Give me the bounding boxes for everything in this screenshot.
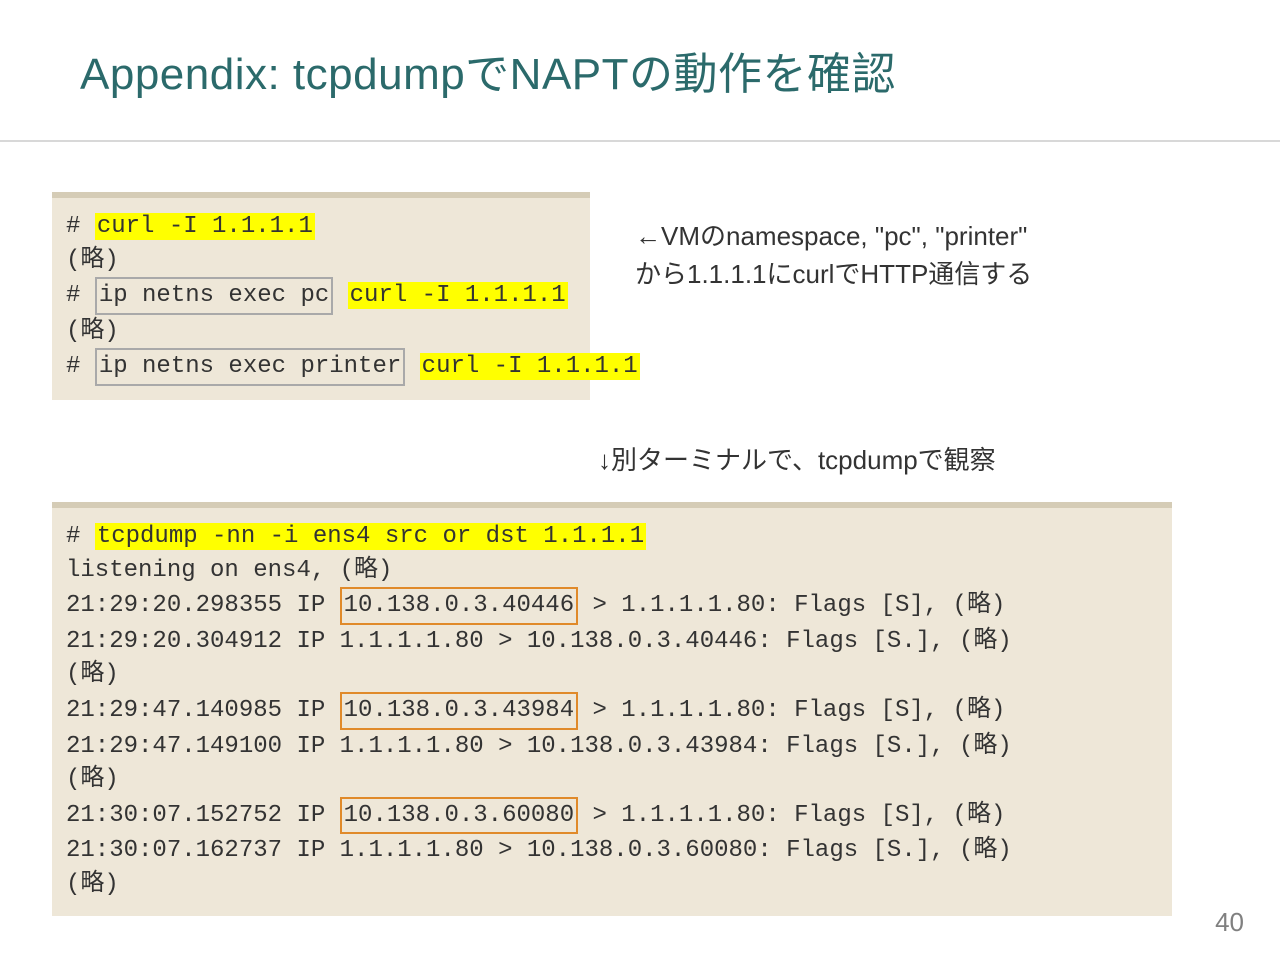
code-line: 21:30:07.162737 IP 1.1.1.1.80 > 10.138.0… xyxy=(66,834,1158,868)
code-line-omit: (略) xyxy=(66,658,1158,692)
code-block-tcpdump: # tcpdump -nn -i ens4 src or dst 1.1.1.1… xyxy=(52,502,1172,916)
code-block-curl: # curl -I 1.1.1.1 (略) # ip netns exec pc… xyxy=(52,192,590,400)
box-srcport-43984: 10.138.0.3.43984 xyxy=(340,692,578,730)
highlight-tcpdump: tcpdump -nn -i ens4 src or dst 1.1.1.1 xyxy=(95,523,646,550)
highlight-curl: curl -I 1.1.1.1 xyxy=(95,213,315,240)
box-srcport-40446: 10.138.0.3.40446 xyxy=(340,587,578,625)
highlight-curl: curl -I 1.1.1.1 xyxy=(348,282,568,309)
box-netns-printer: ip netns exec printer xyxy=(95,348,405,386)
highlight-curl: curl -I 1.1.1.1 xyxy=(420,353,640,380)
code-line: listening on ens4, (略) xyxy=(66,554,1158,588)
page-number: 40 xyxy=(1215,907,1244,938)
annotation-line: ←VMのnamespace, "pc", "printer" xyxy=(635,218,1032,256)
code-line: 21:30:07.152752 IP 10.138.0.3.60080 > 1.… xyxy=(66,797,1158,835)
prompt: # xyxy=(66,523,95,550)
code-line: # ip netns exec pc curl -I 1.1.1.1 xyxy=(66,277,576,315)
code-line: # ip netns exec printer curl -I 1.1.1.1 xyxy=(66,348,576,386)
code-line: # tcpdump -nn -i ens4 src or dst 1.1.1.1 xyxy=(66,520,1158,554)
box-srcport-60080: 10.138.0.3.60080 xyxy=(340,797,578,835)
title-divider xyxy=(0,140,1280,142)
rest: > 1.1.1.1.80: Flags [S], (略) xyxy=(578,592,1005,619)
code-line-omit: (略) xyxy=(66,244,576,278)
ts-ip: 21:29:47.140985 IP xyxy=(66,697,340,724)
code-line: # curl -I 1.1.1.1 xyxy=(66,210,576,244)
code-line-omit: (略) xyxy=(66,763,1158,797)
annotation-left-arrow: ←VMのnamespace, "pc", "printer" から1.1.1.1… xyxy=(635,218,1032,293)
code-line: 21:29:47.149100 IP 1.1.1.1.80 > 10.138.0… xyxy=(66,730,1158,764)
rest: > 1.1.1.1.80: Flags [S], (略) xyxy=(578,802,1005,829)
box-netns-pc: ip netns exec pc xyxy=(95,277,333,315)
annotation-line: から1.1.1.1にcurlでHTTP通信する xyxy=(635,256,1032,294)
code-line-omit: (略) xyxy=(66,868,1158,902)
code-line: 21:29:20.298355 IP 10.138.0.3.40446 > 1.… xyxy=(66,587,1158,625)
slide-title: Appendix: tcpdumpでNAPTの動作を確認 xyxy=(80,38,896,102)
prompt: # xyxy=(66,213,95,240)
ts-ip: 21:30:07.152752 IP xyxy=(66,802,340,829)
code-line: 21:29:47.140985 IP 10.138.0.3.43984 > 1.… xyxy=(66,692,1158,730)
prompt: # xyxy=(66,353,95,380)
sep xyxy=(333,282,347,309)
code-line: 21:29:20.304912 IP 1.1.1.1.80 > 10.138.0… xyxy=(66,625,1158,659)
code-line-omit: (略) xyxy=(66,315,576,349)
slide: Appendix: tcpdumpでNAPTの動作を確認 # curl -I 1… xyxy=(0,0,1280,960)
annotation-down-arrow: ↓別ターミナルで、tcpdumpで観察 xyxy=(598,442,996,480)
sep xyxy=(405,353,419,380)
prompt: # xyxy=(66,282,95,309)
ts-ip: 21:29:20.298355 IP xyxy=(66,592,340,619)
rest: > 1.1.1.1.80: Flags [S], (略) xyxy=(578,697,1005,724)
